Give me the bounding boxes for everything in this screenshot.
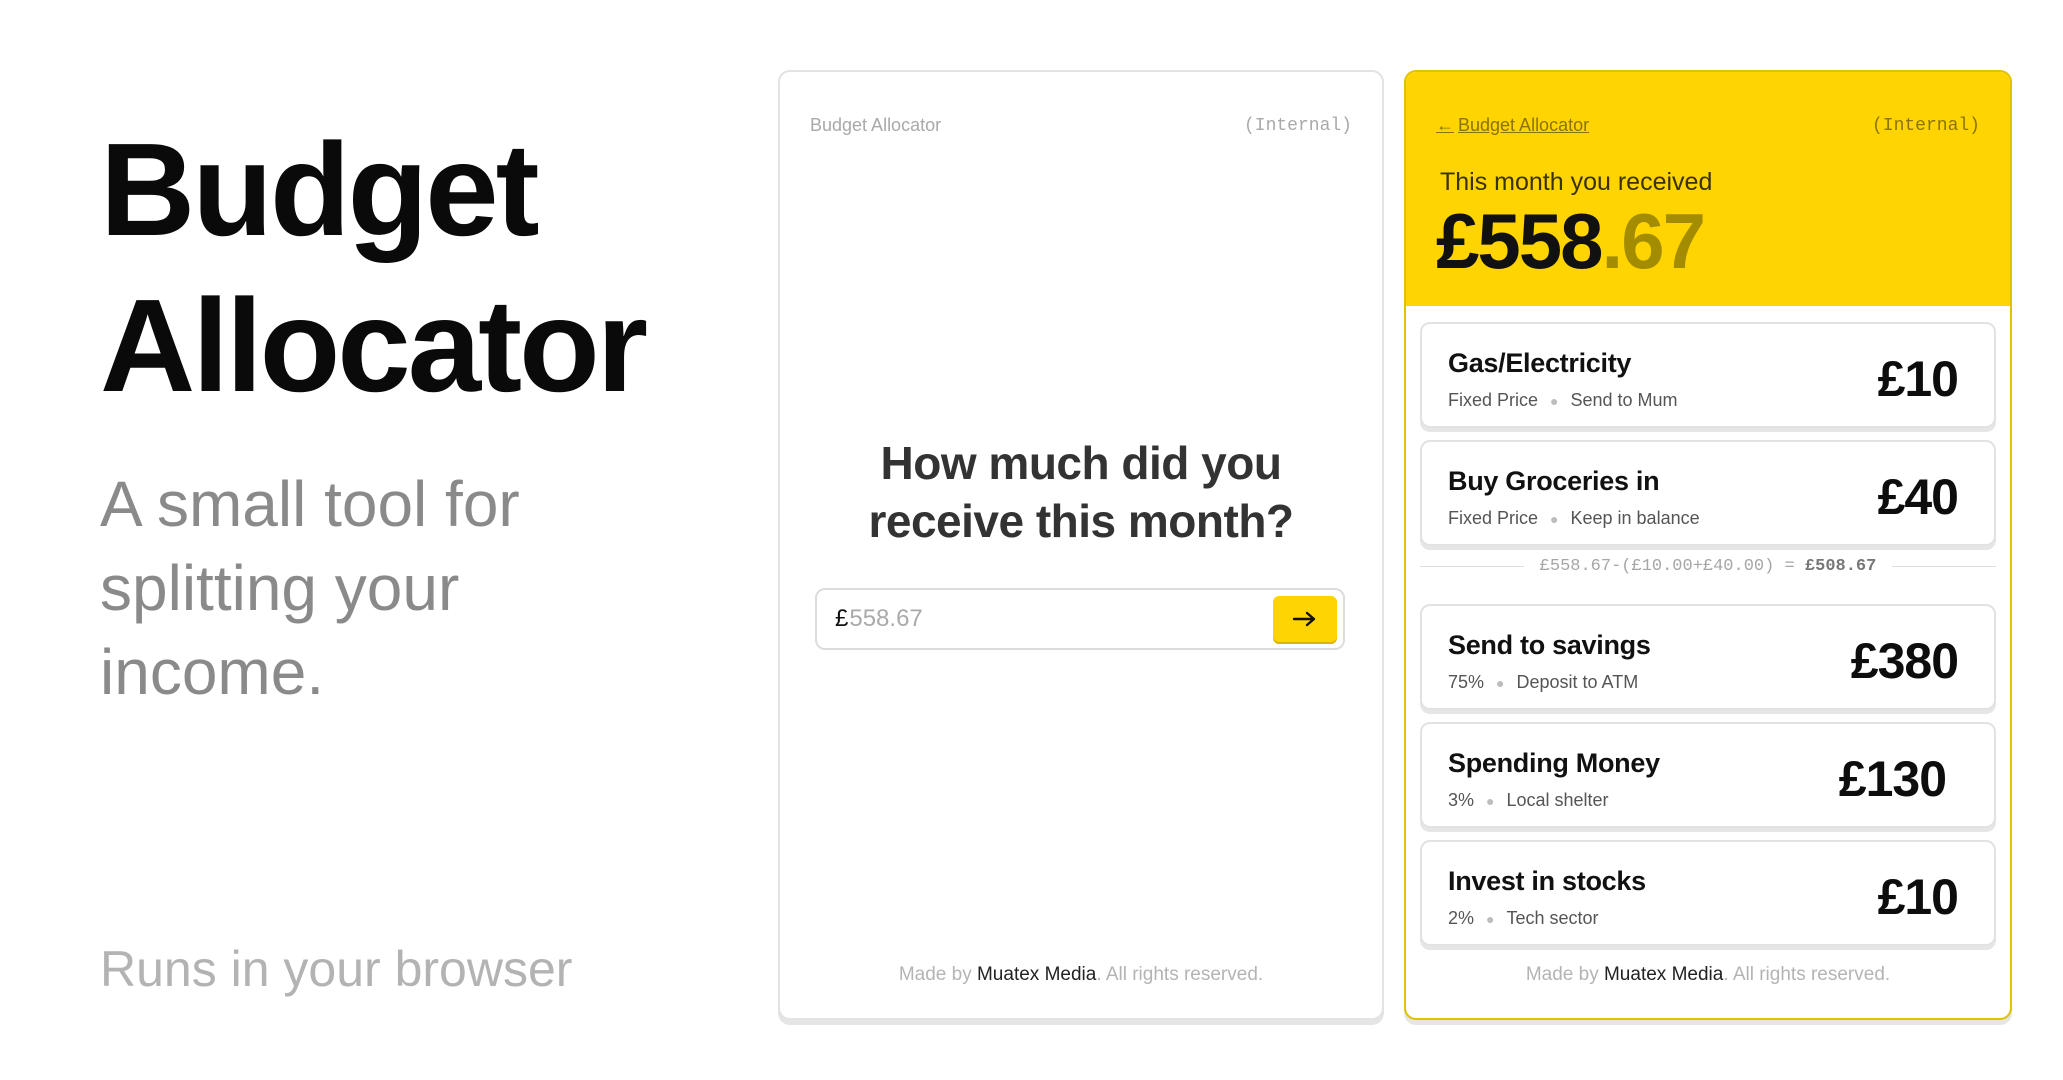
allocation-note: Tech sector xyxy=(1506,908,1599,928)
allocation-item-gas-electricity[interactable]: Gas/Electricity Fixed Price ● Send to Mum … xyxy=(1420,322,1996,428)
divider xyxy=(1892,565,1996,567)
back-link[interactable]: ← Budget Allocator xyxy=(1436,115,1589,136)
allocation-meta: 2% ● Tech sector xyxy=(1448,908,1599,929)
hero-footer: Runs in your browser xyxy=(100,941,573,997)
back-link-label: Budget Allocator xyxy=(1458,115,1590,135)
internal-tag: (Internal) xyxy=(1243,116,1352,136)
income-question-line-1: How much did you xyxy=(880,437,1282,489)
allocation-note: Keep in balance xyxy=(1570,508,1700,528)
calculation-result: £508.67 xyxy=(1804,556,1877,576)
allocation-amount: £380 xyxy=(1850,633,1959,689)
allocation-meta: 3% ● Local shelter xyxy=(1448,790,1609,811)
allocation-name: Invest in stocks xyxy=(1448,866,1646,896)
allocation-type: Fixed Price xyxy=(1448,390,1539,410)
allocation-item-spending[interactable]: Spending Money 3% ● Local shelter £130 xyxy=(1420,722,1996,828)
allocation-meta: 75% ● Deposit to ATM xyxy=(1448,672,1638,693)
separator-dot: ● xyxy=(1496,674,1505,691)
internal-tag: (Internal) xyxy=(1871,116,1980,136)
footer-company-link[interactable]: Muatex Media xyxy=(1604,964,1723,985)
allocation-amount: £130 xyxy=(1838,751,1947,807)
allocation-name: Send to savings xyxy=(1448,630,1651,660)
allocation-type: 3% xyxy=(1448,790,1475,810)
divider xyxy=(1420,565,1524,567)
hero-title-line-1: Budget xyxy=(100,116,540,263)
footer-company-link[interactable]: Muatex Media xyxy=(977,964,1096,985)
received-pence: .67 xyxy=(1601,197,1706,285)
income-question-line-2: receive this month? xyxy=(868,495,1294,547)
brand-label: Budget Allocator xyxy=(810,115,942,135)
footer-suffix: . All rights reserved. xyxy=(1723,964,1891,985)
card-header: Budget Allocator (Internal) xyxy=(780,72,1382,136)
footer-prefix: Made by xyxy=(1525,964,1604,985)
separator-dot: ● xyxy=(1550,510,1559,527)
allocation-meta: Fixed Price ● Keep in balance xyxy=(1448,508,1700,529)
separator-dot: ● xyxy=(1550,392,1559,409)
calculation-text: £558.67-(£10.00+£40.00) = £508.67 xyxy=(1524,557,1893,576)
amount-input[interactable] xyxy=(849,605,1273,633)
income-question: How much did you receive this month? xyxy=(780,434,1382,550)
allocation-note: Send to Mum xyxy=(1570,390,1678,410)
arrow-right-icon xyxy=(1292,611,1316,627)
card-header: ← Budget Allocator (Internal) xyxy=(1406,72,2010,136)
allocation-note: Deposit to ATM xyxy=(1516,672,1639,692)
footer-suffix: . All rights reserved. xyxy=(1096,964,1264,985)
submit-amount-button[interactable] xyxy=(1273,596,1337,642)
results-screen-card: This month you received £558.67 ← Budget … xyxy=(1404,70,2012,1020)
currency-symbol: £ xyxy=(835,605,849,632)
card-footer: Made by Muatex Media. All rights reserve… xyxy=(1406,964,2010,986)
input-screen-card: Budget Allocator (Internal) How much did… xyxy=(778,70,1384,1020)
received-amount: £558.67 xyxy=(1436,196,1706,287)
allocation-amount: £10 xyxy=(1877,869,1959,925)
hero-subtitle-line-2: splitting your xyxy=(100,552,460,624)
hero-subtitle-line-1: A small tool for xyxy=(100,468,520,540)
allocation-name: Spending Money xyxy=(1448,748,1660,778)
hero-section: Budget Allocator A small tool for splitt… xyxy=(100,112,700,714)
allocation-amount: £10 xyxy=(1877,351,1959,407)
allocation-item-invest[interactable]: Invest in stocks 2% ● Tech sector £10 xyxy=(1420,840,1996,946)
hero-title: Budget Allocator xyxy=(100,112,700,424)
allocation-type: 2% xyxy=(1448,908,1475,928)
allocation-amount: £40 xyxy=(1877,469,1959,525)
hero-title-line-2: Allocator xyxy=(100,272,648,419)
card-footer: Made by Muatex Media. All rights reserve… xyxy=(780,964,1382,986)
amount-input-group: £ xyxy=(815,588,1345,650)
allocation-meta: Fixed Price ● Send to Mum xyxy=(1448,390,1678,411)
allocation-note: Local shelter xyxy=(1506,790,1609,810)
allocation-type: Fixed Price xyxy=(1448,508,1539,528)
hero-subtitle-line-3: income. xyxy=(100,636,325,708)
footer-prefix: Made by xyxy=(898,964,977,985)
arrow-left-icon: ← xyxy=(1436,115,1454,135)
hero-subtitle: A small tool for splitting your income. xyxy=(100,462,700,714)
allocation-item-savings[interactable]: Send to savings 75% ● Deposit to ATM £380 xyxy=(1420,604,1996,710)
allocation-name: Buy Groceries in xyxy=(1448,466,1660,496)
separator-dot: ● xyxy=(1486,792,1495,809)
allocation-item-groceries[interactable]: Buy Groceries in Fixed Price ● Keep in bal… xyxy=(1420,440,1996,546)
remainder-calculation: £558.67-(£10.00+£40.00) = £508.67 xyxy=(1420,552,1996,580)
separator-dot: ● xyxy=(1486,910,1495,927)
allocation-list: Gas/Electricity Fixed Price ● Send to Mum … xyxy=(1420,322,1996,1006)
allocation-name: Gas/Electricity xyxy=(1448,348,1632,378)
calculation-expression: £558.67-(£10.00+£40.00) = xyxy=(1539,556,1805,576)
received-label: This month you received xyxy=(1440,168,1713,196)
received-pounds: £558 xyxy=(1436,197,1604,285)
allocation-type: 75% xyxy=(1448,672,1485,692)
